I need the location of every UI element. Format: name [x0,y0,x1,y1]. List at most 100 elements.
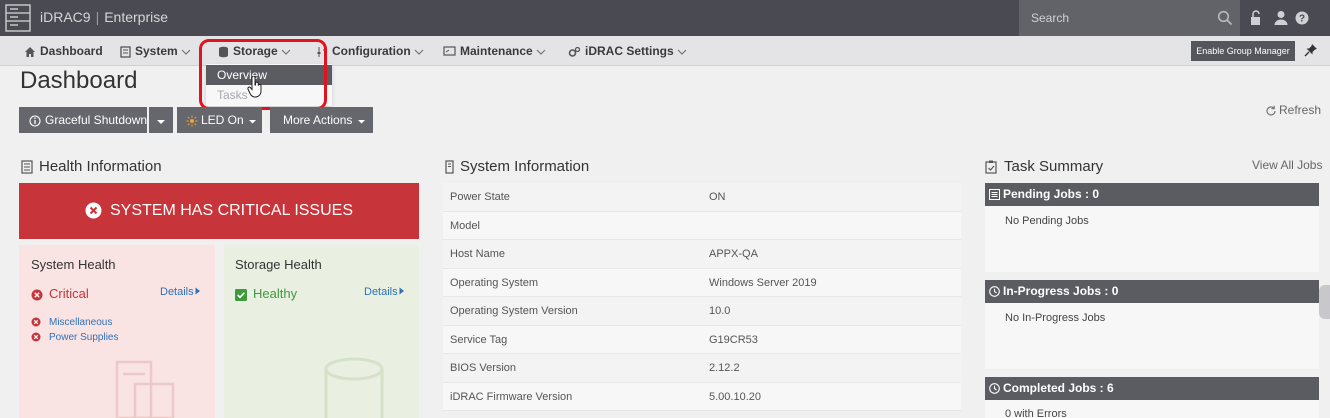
in-progress-jobs-heading: In-Progress Jobs : 0 [1003,284,1119,298]
storage-health-status-text: Healthy [253,286,298,301]
chevron-down-icon [414,49,424,55]
search-icon[interactable] [1217,10,1233,26]
brand-separator: | [95,9,100,25]
clock-icon [989,286,1000,298]
info-value: Windows Server 2019 [709,276,817,289]
critical-status-banner: SYSTEM HAS CRITICAL ISSUES [19,183,419,239]
in-progress-jobs-header[interactable]: In-Progress Jobs : 0 [985,280,1319,303]
led-on-button[interactable]: LED On [177,107,262,133]
nav-idrac-settings[interactable]: iDRAC Settings [568,36,691,66]
shutdown-options-toggle[interactable] [149,107,173,133]
in-progress-jobs-body: No In-Progress Jobs [985,303,1319,369]
error-circle-icon [85,202,102,219]
graceful-shutdown-button[interactable]: Graceful Shutdown [19,107,147,133]
caret-right-icon [399,287,404,295]
in-progress-jobs-text: No In-Progress Jobs [1005,312,1106,324]
info-row-idrac-firmware: iDRAC Firmware Version 5.00.10.20 [443,382,961,411]
search-input[interactable] [1019,0,1219,36]
more-actions-button[interactable]: More Actions [270,107,373,133]
completed-jobs-header[interactable]: Completed Jobs : 6 [985,377,1319,400]
system-information-title: System Information [460,158,590,175]
svg-text:?: ? [1299,14,1305,25]
info-label: Operating System Version [450,305,578,317]
info-label: Operating System [450,276,539,289]
home-icon [25,46,35,57]
system-details-label: Details [160,286,194,298]
nav-dashboard-label: Dashboard [40,44,103,58]
nav-idrac-settings-label: iDRAC Settings [585,44,674,58]
task-summary-heading: Task Summary [985,158,1103,175]
info-value: APPX-QA [709,248,758,260]
info-row-operating-system: Operating System Windows Server 2019 [443,268,961,297]
led-on-label: LED On [201,113,244,127]
nav-system[interactable]: System [120,36,195,66]
nav-dashboard[interactable]: Dashboard [24,36,103,66]
info-circle-icon [29,115,41,127]
storage-health-status: Healthy [235,286,297,301]
hand-cursor-icon [247,76,262,98]
health-information-heading: Health Information [21,158,162,175]
clipboard-icon [21,160,33,174]
info-value: G19CR53 [709,333,758,346]
issue-miscellaneous-label: Miscellaneous [49,317,113,328]
enable-group-manager-button[interactable]: Enable Group Manager [1191,41,1295,61]
highlight-annotation [199,39,327,110]
brand-title: iDRAC9 | Enterprise [40,9,168,25]
chevron-down-icon [536,49,546,55]
storage-details-label: Details [364,286,398,298]
server-watermark-icon [115,360,175,418]
nav-configuration-label: Configuration [332,44,411,58]
help-icon[interactable]: ? [1294,9,1310,27]
nav-configuration[interactable]: Configuration [316,36,428,66]
pin-icon[interactable] [1304,43,1318,57]
pending-jobs-header[interactable]: Pending Jobs : 0 [985,183,1319,206]
monitor-icon [443,46,456,56]
top-header: iDRAC9|Enterprise ? [0,0,1330,36]
database-watermark-icon [324,357,384,418]
caret-right-icon [195,287,200,295]
system-health-status-text: Critical [49,286,89,301]
nav-maintenance-label: Maintenance [460,44,533,58]
issue-link-power-supplies[interactable]: Power Supplies [31,332,118,343]
info-label: BIOS Version [450,362,517,374]
server-icon [120,46,131,58]
list-icon [989,189,1000,201]
server-tower-icon [445,160,454,174]
search-box [1019,0,1240,36]
issue-link-miscellaneous[interactable]: Miscellaneous [31,317,112,328]
nav-maintenance[interactable]: Maintenance [443,36,550,66]
info-row-os-version: Operating System Version 10.0 [443,297,961,326]
view-all-jobs-link[interactable]: View All Jobs [1252,158,1322,172]
error-circle-icon [31,317,41,327]
system-health-status: Critical [31,286,89,301]
side-panel-toggle[interactable] [1319,285,1330,319]
pending-jobs-text: No Pending Jobs [1005,215,1089,227]
system-information-heading: System Information [445,158,589,175]
info-value: 10.0 [709,305,731,317]
refresh-icon [1266,105,1276,116]
info-label: Host Name [450,248,506,260]
info-label: Model [450,219,480,232]
refresh-label: Refresh [1279,103,1322,117]
clipboard-check-icon [985,160,997,174]
critical-banner-text: SYSTEM HAS CRITICAL ISSUES [109,202,353,219]
caret-down-icon [248,119,256,124]
info-row-service-tag: Service Tag G19CR53 [443,325,961,354]
check-square-icon [235,288,247,301]
system-health-card: System Health Critical Details Miscellan… [19,245,215,418]
system-health-details-link[interactable]: Details [160,286,201,298]
storage-health-title: Storage Health [235,257,322,272]
caret-down-icon [157,119,165,124]
completed-jobs-heading: Completed Jobs : 6 [1003,381,1114,395]
led-sun-icon [186,115,198,127]
info-label: iDRAC Firmware Version [450,390,573,403]
storage-health-details-link[interactable]: Details [364,286,405,298]
refresh-button[interactable]: Refresh [1265,103,1321,117]
info-label: Service Tag [450,333,508,346]
completed-jobs-body: 0 with Errors [985,400,1319,418]
error-circle-icon [31,332,41,342]
user-icon[interactable] [1273,9,1289,27]
lock-icon[interactable] [1249,9,1265,27]
more-actions-label: More Actions [283,113,353,127]
pending-jobs-body: No Pending Jobs [985,206,1319,272]
